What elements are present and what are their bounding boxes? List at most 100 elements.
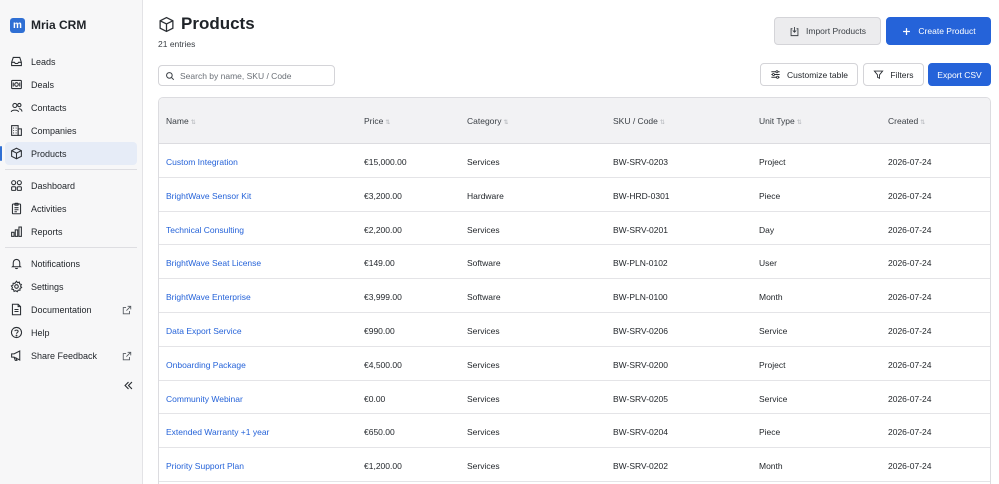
sort-icon: ⇅ [190,120,196,126]
column-header-sku[interactable]: SKU / Code ⇅ [613,116,665,126]
filter-icon [873,70,884,80]
import-products-button[interactable]: Import Products [774,17,881,45]
sidebar-item-help[interactable]: Help [5,321,137,344]
sku-cell: BW-SRV-0202 [613,461,668,472]
product-name-link[interactable]: Priority Support Plan [166,461,244,471]
unit-type-cell: Project [759,359,786,370]
sidebar-divider [5,247,137,248]
table-row[interactable]: BrightWave Sensor Kit €3,200.00 Hardware… [159,178,990,212]
page-header: Products [158,14,255,34]
building-icon [10,124,23,137]
product-name-link[interactable]: Data Export Service [166,326,242,336]
brand-name: Mria CRM [31,18,87,32]
price-cell: €15,000.00 [364,157,407,167]
search-box[interactable] [158,65,335,86]
table-row[interactable]: BrightWave Seat License €149.00 Software… [159,245,990,280]
table-row[interactable]: Extended Warranty +1 year €650.00 Servic… [159,414,990,449]
product-name-link[interactable]: Community Webinar [166,394,243,404]
sidebar-item-label: Share Feedback [31,350,98,361]
table-row[interactable]: BrightWave Enterprise €3,999.00 Software… [159,279,990,313]
sidebar-item-contacts[interactable]: Contacts [5,96,137,119]
customize-table-button[interactable]: Customize table [760,63,858,86]
product-name-link[interactable]: BrightWave Enterprise [166,292,251,302]
created-cell: 2026-07-24 [888,157,932,167]
column-header-label: Category [467,116,502,126]
column-header-name[interactable]: Name ⇅ [166,116,196,126]
product-name-link[interactable]: Technical Consulting [166,225,244,235]
create-product-label: Create Product [918,26,976,36]
sidebar-item-reports[interactable]: Reports [5,220,137,243]
inbox-icon [10,55,23,68]
column-header-label: Unit Type [759,116,795,126]
product-name-link[interactable]: Extended Warranty +1 year [166,427,269,437]
sort-icon: ⇅ [385,120,391,126]
sidebar-item-label: Dashboard [31,180,76,191]
sidebar-item-label: Notifications [31,258,81,269]
unit-type-cell: Project [759,157,786,167]
sidebar-item-products[interactable]: Products [0,142,137,165]
table-row[interactable]: Community Webinar €0.00 Services BW-SRV-… [159,381,990,415]
product-name-link[interactable]: BrightWave Sensor Kit [166,191,251,201]
sort-icon: ⇅ [503,120,509,126]
table-row[interactable]: Onboarding Package €4,500.00 Services BW… [159,347,990,381]
sidebar-item-deals[interactable]: Deals [5,73,137,96]
deals-icon [10,78,23,91]
column-header-label: Price [364,116,384,126]
help-icon [10,326,23,339]
search-icon [166,71,175,80]
sidebar-item-dashboard[interactable]: Dashboard [5,174,137,197]
export-csv-button[interactable]: Export CSV [928,63,991,86]
filters-button[interactable]: Filters [863,63,924,86]
category-cell: Services [467,325,500,336]
sidebar-item-label: Leads [31,56,56,67]
table-row[interactable]: Technical Consulting €2,200.00 Services … [159,212,990,246]
sidebar-item-leads[interactable]: Leads [5,50,137,73]
column-header-created[interactable]: Created ⇅ [888,116,925,126]
category-cell: Software [467,292,501,303]
unit-type-cell: Piece [759,427,781,438]
megaphone-icon [10,349,23,362]
table-row[interactable]: Data Export Service €990.00 Services BW-… [159,313,990,347]
column-header-price[interactable]: Price ⇅ [364,116,390,126]
product-name-link[interactable]: BrightWave Seat License [166,258,261,268]
price-cell: €149.00 [364,258,395,269]
table-row[interactable]: Custom Integration €15,000.00 Services B… [159,144,990,178]
category-cell: Services [467,224,500,235]
document-icon [10,303,23,316]
price-cell: €4,500.00 [364,359,402,370]
create-product-button[interactable]: Create Product [886,17,991,45]
import-icon [790,26,799,36]
sidebar-item-activities[interactable]: Activities [5,197,137,220]
gear-icon [10,280,23,293]
table-row[interactable]: Priority Support Plan €1,200.00 Services… [159,448,990,482]
product-name-link[interactable]: Custom Integration [166,157,238,167]
collapse-sidebar-button[interactable] [121,378,135,392]
unit-type-cell: Service [759,325,788,336]
search-input[interactable] [180,70,330,81]
sidebar-item-companies[interactable]: Companies [5,119,137,142]
category-cell: Services [467,359,500,370]
sku-cell: BW-PLN-0102 [613,258,668,269]
price-cell: €3,200.00 [364,190,402,201]
unit-type-cell: Month [759,461,783,472]
category-cell: Services [467,393,500,404]
sku-cell: BW-SRV-0203 [613,157,668,167]
column-header-category[interactable]: Category ⇅ [467,116,509,126]
sidebar-item-share-feedback[interactable]: Share Feedback [5,344,137,367]
brand[interactable]: m Mria CRM [0,0,142,50]
price-cell: €990.00 [364,325,395,336]
column-header-label: SKU / Code [613,116,658,126]
sidebar-item-documentation[interactable]: Documentation [5,298,137,321]
sku-cell: BW-SRV-0205 [613,393,668,404]
created-cell: 2026-07-24 [888,393,932,404]
sort-icon: ⇅ [796,120,802,126]
sidebar-item-settings[interactable]: Settings [5,275,137,298]
sidebar-item-notifications[interactable]: Notifications [5,252,137,275]
sidebar-item-label: Contacts [31,102,67,113]
price-cell: €1,200.00 [364,461,402,472]
product-name-link[interactable]: Onboarding Package [166,360,246,370]
column-header-unit-type[interactable]: Unit Type ⇅ [759,116,802,126]
created-cell: 2026-07-24 [888,359,932,370]
table-header: Name ⇅ Price ⇅ Category ⇅ SKU / Code ⇅ Unit … [159,98,990,144]
filters-label: Filters [890,69,914,80]
